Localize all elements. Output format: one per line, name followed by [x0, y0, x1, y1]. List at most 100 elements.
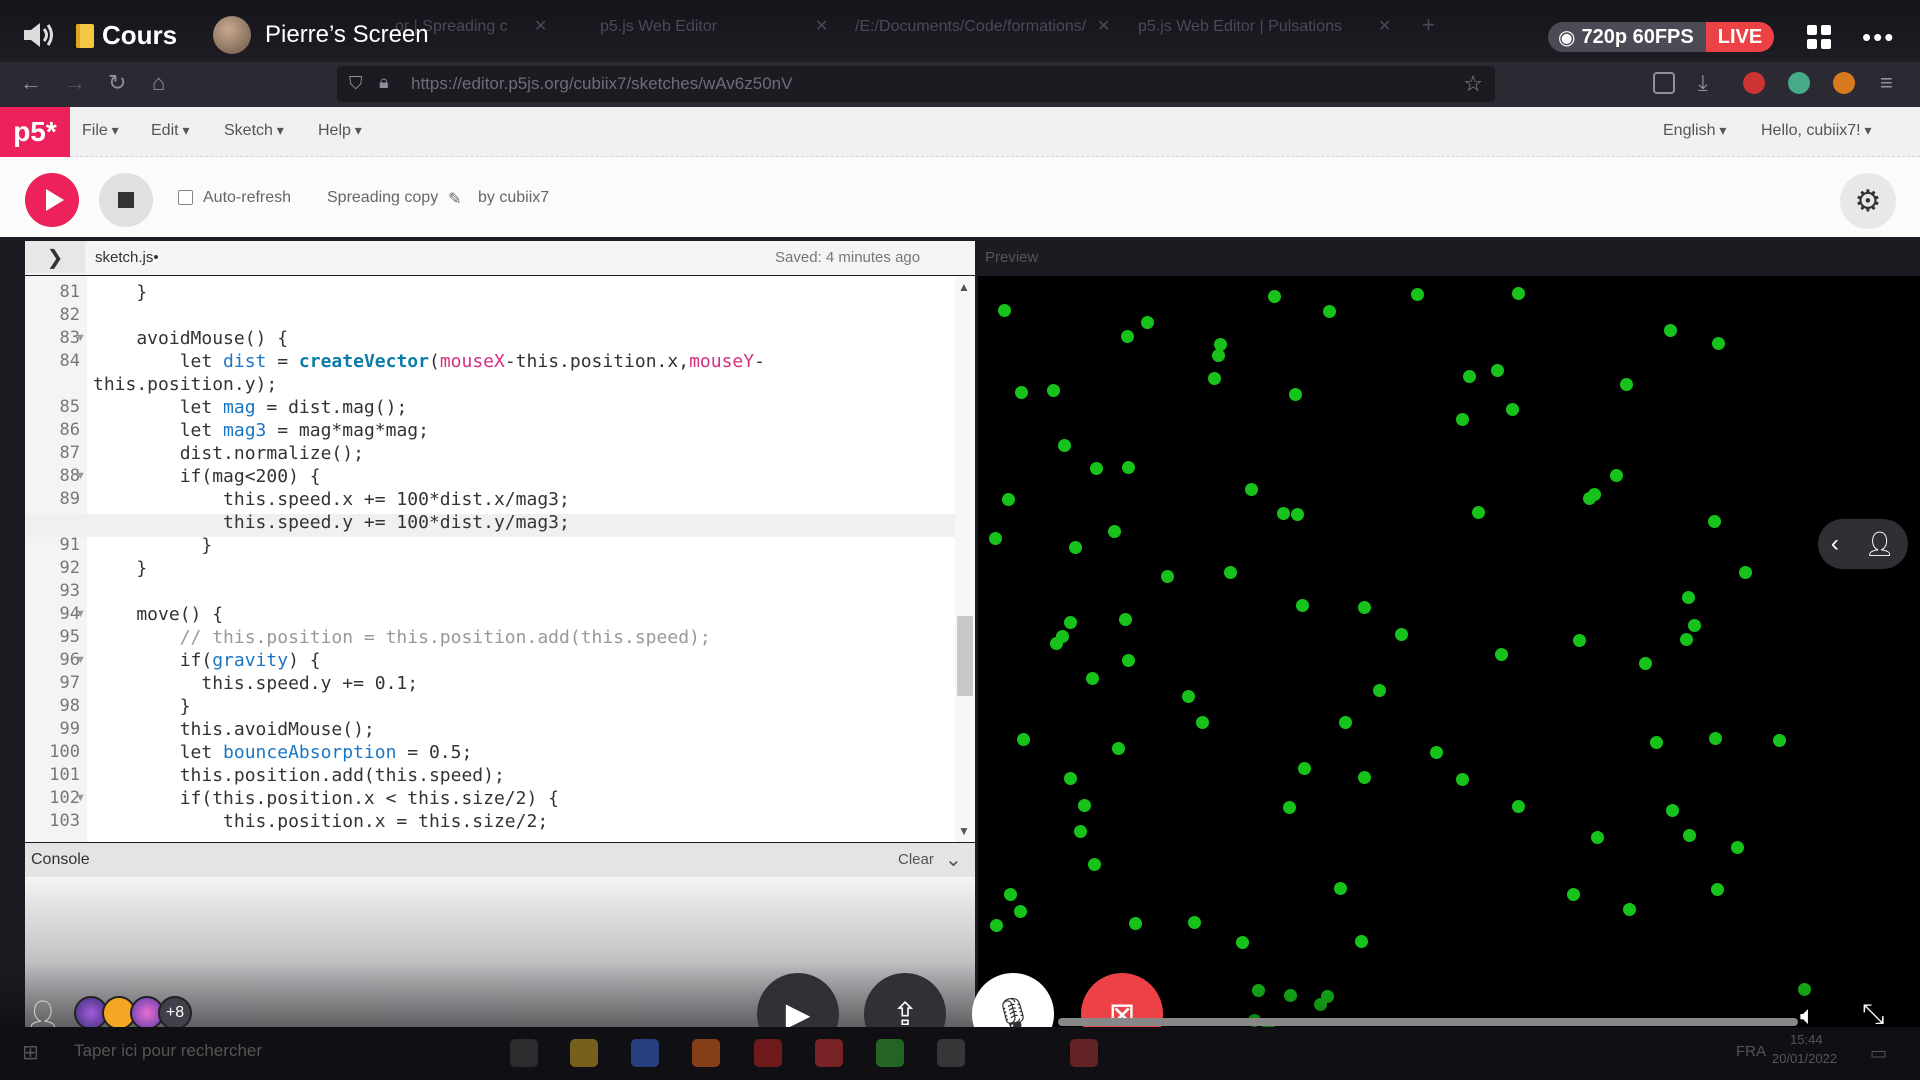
- lock-icon[interactable]: 🔒︎: [379, 72, 389, 93]
- fold-arrow-icon[interactable]: ▼: [75, 608, 86, 620]
- app-icon[interactable]: [1070, 1039, 1098, 1067]
- extension-icon[interactable]: [1743, 72, 1765, 94]
- more-participants-badge[interactable]: +8: [158, 996, 192, 1030]
- code-line[interactable]: let bounceAbsorption = 0.5;: [93, 742, 473, 763]
- task-view-icon[interactable]: [510, 1039, 538, 1067]
- fold-arrow-icon[interactable]: ▼: [75, 332, 86, 344]
- code-line[interactable]: this.speed.x += 100*dist.x/mag3;: [93, 489, 570, 510]
- code-line[interactable]: let mag = dist.mag();: [93, 397, 408, 418]
- hamburger-menu-icon[interactable]: ≡: [1880, 70, 1893, 96]
- line-number: 88: [59, 466, 80, 486]
- stream-quality: ◉ 720p 60FPS LIVE: [1548, 22, 1775, 52]
- menu-edit[interactable]: Edit: [151, 122, 190, 140]
- app-icon[interactable]: [815, 1039, 843, 1067]
- sketch-preview-canvas[interactable]: [978, 276, 1920, 1031]
- code-line[interactable]: if(mag<200) {: [93, 466, 321, 487]
- code-line[interactable]: this.position.y);: [93, 374, 277, 395]
- live-badge: LIVE: [1705, 22, 1775, 52]
- url-text[interactable]: https://editor.p5js.org/cubiix7/sketches…: [411, 74, 792, 94]
- speaker-icon[interactable]: [22, 20, 56, 50]
- reload-icon[interactable]: ↻: [108, 70, 126, 96]
- code-line[interactable]: let mag3 = mag*mag*mag;: [93, 420, 429, 441]
- clock-time[interactable]: 15:44: [1790, 1032, 1823, 1047]
- video-progress-bar[interactable]: [1058, 1018, 1798, 1026]
- code-editor[interactable]: 818283▼8485868788▼899091929394▼9596▼9798…: [25, 276, 975, 842]
- taskbar-search[interactable]: Taper ici pour rechercher: [74, 1041, 262, 1061]
- code-line[interactable]: if(this.position.x < this.size/2) {: [93, 788, 559, 809]
- menu-sketch[interactable]: Sketch: [224, 122, 284, 140]
- fold-arrow-icon[interactable]: ▼: [75, 654, 86, 666]
- code-line[interactable]: this.speed.y += 100*dist.y/mag3;: [93, 512, 570, 533]
- participant-avatars[interactable]: +8: [74, 996, 192, 1030]
- auto-refresh-checkbox[interactable]: [178, 190, 193, 205]
- app-icon[interactable]: [754, 1039, 782, 1067]
- stop-button[interactable]: [99, 173, 153, 227]
- code-line[interactable]: if(gravity) {: [93, 650, 321, 671]
- clock-date[interactable]: 20/01/2022: [1772, 1051, 1837, 1066]
- language-dropdown[interactable]: English: [1663, 122, 1726, 140]
- grid-icon[interactable]: [1807, 25, 1831, 49]
- back-icon[interactable]: ←: [20, 70, 42, 96]
- code-line[interactable]: this.position.add(this.speed);: [93, 765, 505, 786]
- code-line[interactable]: // this.position = this.position.add(thi…: [93, 627, 711, 648]
- code-line[interactable]: }: [93, 558, 147, 579]
- url-bar[interactable]: ⛉ 🔒︎ https://editor.p5js.org/cubiix7/ske…: [337, 66, 1495, 102]
- app-icon[interactable]: [937, 1039, 965, 1067]
- code-line[interactable]: avoidMouse() {: [93, 328, 288, 349]
- fold-arrow-icon[interactable]: ▼: [75, 792, 86, 804]
- language-indicator[interactable]: FRA: [1736, 1043, 1766, 1060]
- gear-icon[interactable]: ⚙: [1840, 173, 1896, 229]
- participants-toggle[interactable]: ‹ 👤︎: [1818, 519, 1908, 569]
- code-line[interactable]: }: [93, 535, 212, 556]
- particle-dot: [1666, 804, 1679, 817]
- code-line[interactable]: }: [93, 282, 147, 303]
- shield-icon[interactable]: ⛉: [349, 73, 363, 94]
- channel-label: Cours: [102, 20, 178, 50]
- pocket-icon[interactable]: [1653, 72, 1675, 94]
- code-line[interactable]: this.speed.y += 0.1;: [93, 673, 418, 694]
- chevron-down-icon[interactable]: ⌄: [945, 847, 962, 872]
- code-line[interactable]: }: [93, 696, 191, 717]
- file-explorer-icon[interactable]: [570, 1039, 598, 1067]
- p5-logo[interactable]: p5*: [0, 107, 70, 157]
- download-icon[interactable]: ⤓: [1698, 70, 1708, 96]
- code-line[interactable]: dist.normalize();: [93, 443, 364, 464]
- more-icon[interactable]: •••: [1862, 22, 1895, 53]
- particle-dot: [1069, 541, 1082, 554]
- chrome-icon[interactable]: [631, 1039, 659, 1067]
- scroll-up-icon[interactable]: ▲: [958, 280, 970, 294]
- home-icon[interactable]: ⌂: [152, 70, 165, 96]
- code-line[interactable]: move() {: [93, 604, 223, 625]
- notification-icon[interactable]: ▭: [1870, 1043, 1887, 1064]
- code-line[interactable]: this.position.x = this.size/2;: [93, 811, 548, 832]
- code-line[interactable]: let dist = createVector(mouseX-this.posi…: [93, 351, 765, 372]
- scroll-down-icon[interactable]: ▼: [958, 824, 970, 838]
- file-tab[interactable]: sketch.js•: [95, 249, 159, 266]
- extension-icon[interactable]: [1788, 72, 1810, 94]
- particle-dot: [1512, 287, 1525, 300]
- pencil-icon[interactable]: ✎: [448, 189, 461, 209]
- menu-help[interactable]: Help: [318, 122, 362, 140]
- code-line[interactable]: this.avoidMouse();: [93, 719, 375, 740]
- sketch-author[interactable]: by cubiix7: [478, 189, 549, 207]
- menu-file[interactable]: File: [82, 122, 119, 140]
- user-menu[interactable]: Hello, cubiix7!: [1761, 122, 1872, 140]
- auto-refresh-label[interactable]: Auto-refresh: [203, 189, 291, 207]
- sketch-name[interactable]: Spreading copy: [327, 189, 438, 207]
- windows-start-icon[interactable]: ⊞: [22, 1040, 39, 1065]
- scrollbar-thumb[interactable]: [957, 616, 973, 696]
- chevron-left-icon[interactable]: ‹: [1831, 530, 1839, 558]
- app-icon[interactable]: [876, 1039, 904, 1067]
- editor-scrollbar[interactable]: [955, 276, 975, 842]
- chevron-right-icon[interactable]: ❯: [25, 241, 85, 273]
- fold-arrow-icon[interactable]: ▼: [75, 470, 86, 482]
- file-name[interactable]: sketch.js: [95, 249, 153, 266]
- forward-icon[interactable]: →: [64, 70, 86, 96]
- firefox-icon[interactable]: [692, 1039, 720, 1067]
- bookmark-star-icon[interactable]: ☆: [1463, 71, 1483, 97]
- clear-console-button[interactable]: Clear: [898, 851, 934, 868]
- people-icon[interactable]: 👤︎: [1865, 530, 1895, 559]
- saved-status: Saved: 4 minutes ago: [775, 249, 921, 266]
- play-button[interactable]: [25, 173, 79, 227]
- extension-icon[interactable]: [1833, 72, 1855, 94]
